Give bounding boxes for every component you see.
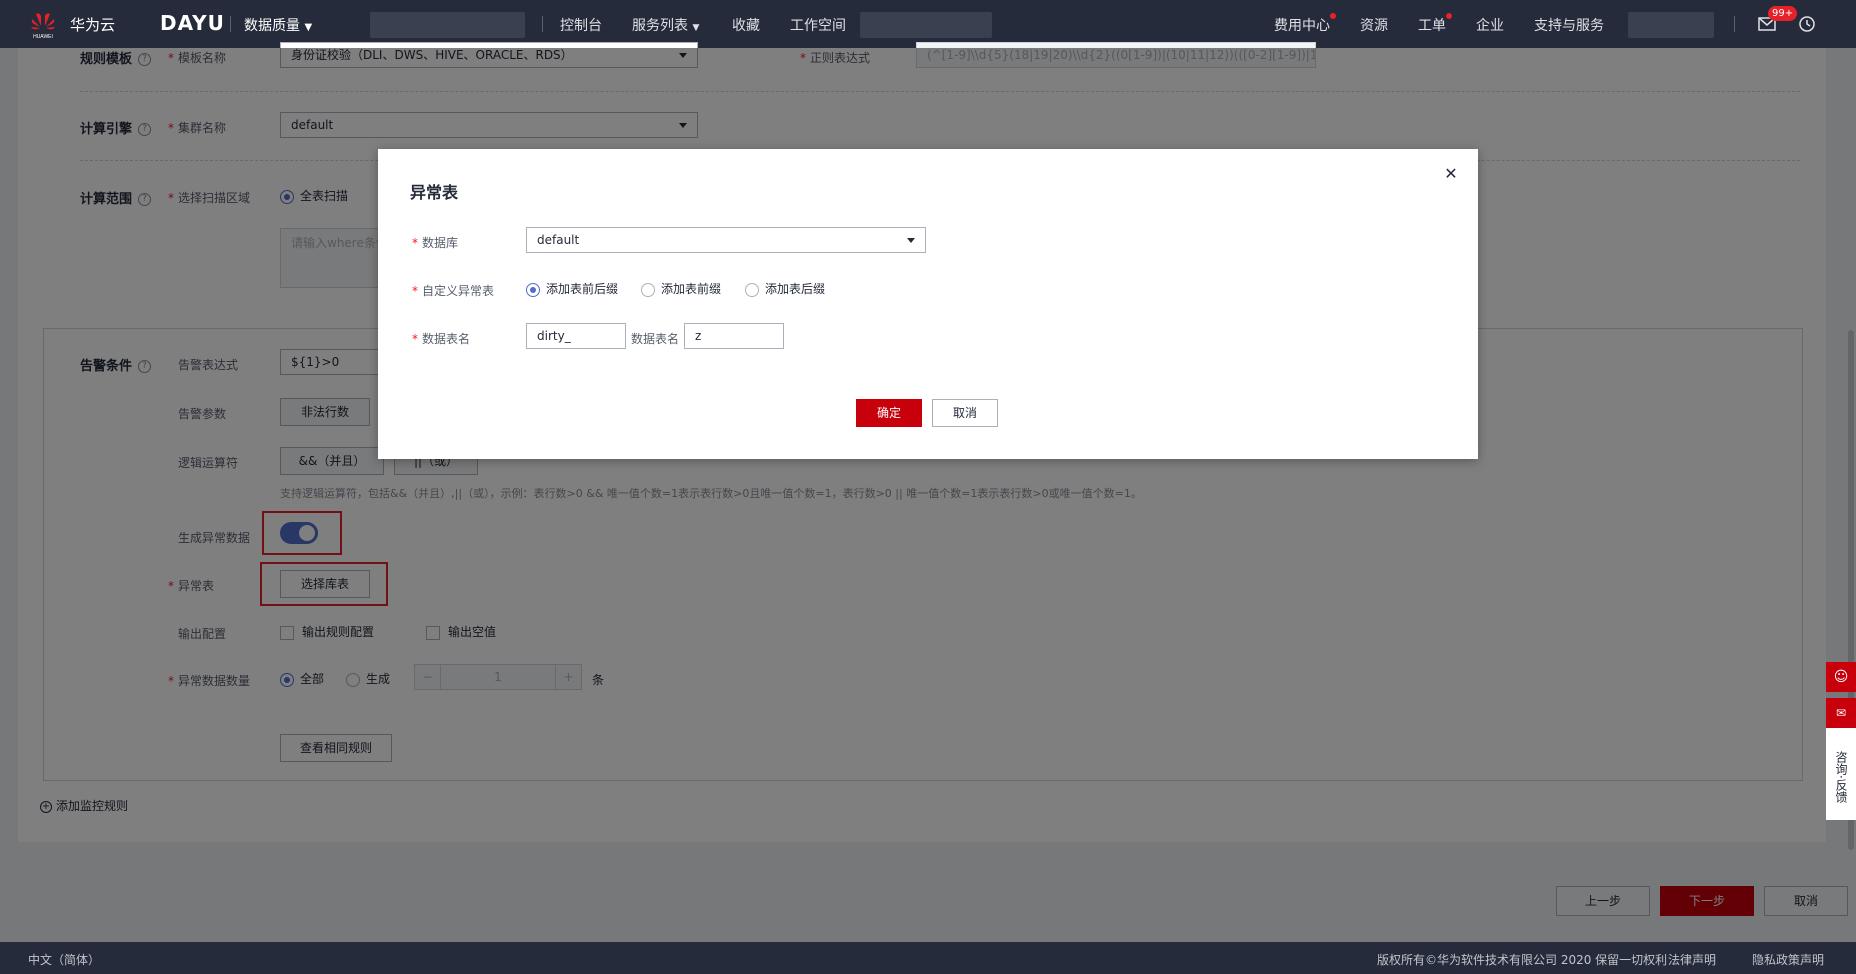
radio-label: 添加表前缀 — [661, 282, 722, 296]
radio-unchecked — [641, 282, 655, 297]
divider — [230, 16, 231, 32]
close-icon[interactable]: ✕ — [1444, 166, 1458, 182]
dialog-title: 异常表 — [410, 183, 459, 202]
nav-console[interactable]: 控制台 — [560, 15, 602, 35]
chevron-down-icon — [907, 238, 915, 243]
copyright-text: 版权所有©华为软件技术有限公司 2020 保留一切权利 — [1377, 953, 1668, 967]
radio-label: 添加表后缀 — [765, 282, 826, 296]
bottom-bar: 中文（简体） 版权所有©华为软件技术有限公司 2020 保留一切权利 法律声明 … — [0, 942, 1856, 974]
radio-checked — [526, 282, 540, 297]
select-value: default — [537, 233, 580, 247]
blurred-region — [370, 12, 525, 38]
database-select[interactable]: default — [526, 227, 926, 253]
feedback-label[interactable]: 咨询·反馈 — [1826, 728, 1856, 820]
table-name-label: * 数据表名 — [412, 332, 471, 346]
module-menu[interactable]: 数据质量 ▼ — [244, 15, 312, 35]
divider — [1734, 16, 1735, 32]
notification-dot — [1330, 13, 1336, 19]
nav-resources[interactable]: 资源 — [1360, 15, 1388, 35]
huawei-logo-icon[interactable]: HUAWEI — [28, 8, 58, 40]
brand-name[interactable]: 华为云 — [70, 14, 115, 35]
chevron-down-icon: ▼ — [304, 22, 313, 33]
nav-favorites[interactable]: 收藏 — [732, 15, 760, 35]
clock-icon[interactable] — [1798, 15, 1816, 33]
notification-dot — [1446, 13, 1452, 19]
chat-icon[interactable]: ✉ — [1826, 698, 1856, 728]
module-label: 数据质量 — [244, 18, 300, 34]
legal-link[interactable]: 法律声明 — [1668, 951, 1716, 968]
nav-workspace[interactable]: 工作空间 — [790, 15, 846, 35]
label-text: 自定义异常表 — [422, 284, 495, 298]
divider — [542, 16, 543, 32]
page: HUAWEI 华为云 DAYU 数据质量 ▼ 控制台 服务列表 ▼ 收藏 工作空… — [0, 0, 1856, 974]
nav-enterprise[interactable]: 企业 — [1476, 15, 1504, 35]
privacy-link[interactable]: 隐私政策声明 — [1752, 951, 1824, 968]
confirm-button[interactable]: 确定 — [856, 399, 922, 427]
nav-billing[interactable]: 费用中心 — [1274, 15, 1330, 35]
feedback-float: ☺ ✉ 咨询·反馈 — [1826, 662, 1856, 822]
abnormal-table-dialog: 异常表 ✕ * 数据库 default * 自定义异常表 添加表前后缀 添加表前缀 … — [378, 149, 1478, 459]
chevron-down-icon: ▼ — [692, 23, 700, 33]
message-count-badge: 99+ — [1768, 6, 1798, 21]
logo-text: HUAWEI — [33, 34, 53, 40]
label-text: 数据库 — [422, 236, 459, 250]
nav-support[interactable]: 支持与服务 — [1534, 15, 1604, 35]
service-name[interactable]: DAYU — [160, 11, 225, 35]
opt-prefix-suffix-radio[interactable]: 添加表前后缀 — [526, 280, 618, 297]
nav-tickets[interactable]: 工单 — [1418, 15, 1446, 35]
prefix-input[interactable]: dirty_ — [526, 323, 626, 349]
opt-suffix-radio[interactable]: 添加表后缀 — [745, 280, 825, 297]
label-text: 数据表名 — [422, 332, 471, 346]
nav-service-list[interactable]: 服务列表 ▼ — [632, 15, 699, 35]
top-navigation-bar: HUAWEI 华为云 DAYU 数据质量 ▼ 控制台 服务列表 ▼ 收藏 工作空… — [0, 0, 1856, 48]
suffix-input[interactable]: z — [684, 323, 784, 349]
opt-prefix-radio[interactable]: 添加表前缀 — [641, 280, 721, 297]
database-label: * 数据库 — [412, 236, 459, 250]
radio-unchecked — [745, 282, 759, 297]
language-switch[interactable]: 中文（简体） — [28, 951, 100, 968]
smiley-icon[interactable]: ☺ — [1826, 662, 1856, 692]
custom-table-label: * 自定义异常表 — [412, 284, 495, 298]
blurred-region — [860, 12, 992, 38]
blurred-region — [1628, 12, 1714, 38]
table-name-mid-label: 数据表名 — [631, 332, 680, 346]
dialog-cancel-button[interactable]: 取消 — [932, 399, 998, 427]
radio-label: 添加表前后缀 — [546, 282, 619, 296]
nav-service-list-label: 服务列表 — [632, 18, 688, 34]
